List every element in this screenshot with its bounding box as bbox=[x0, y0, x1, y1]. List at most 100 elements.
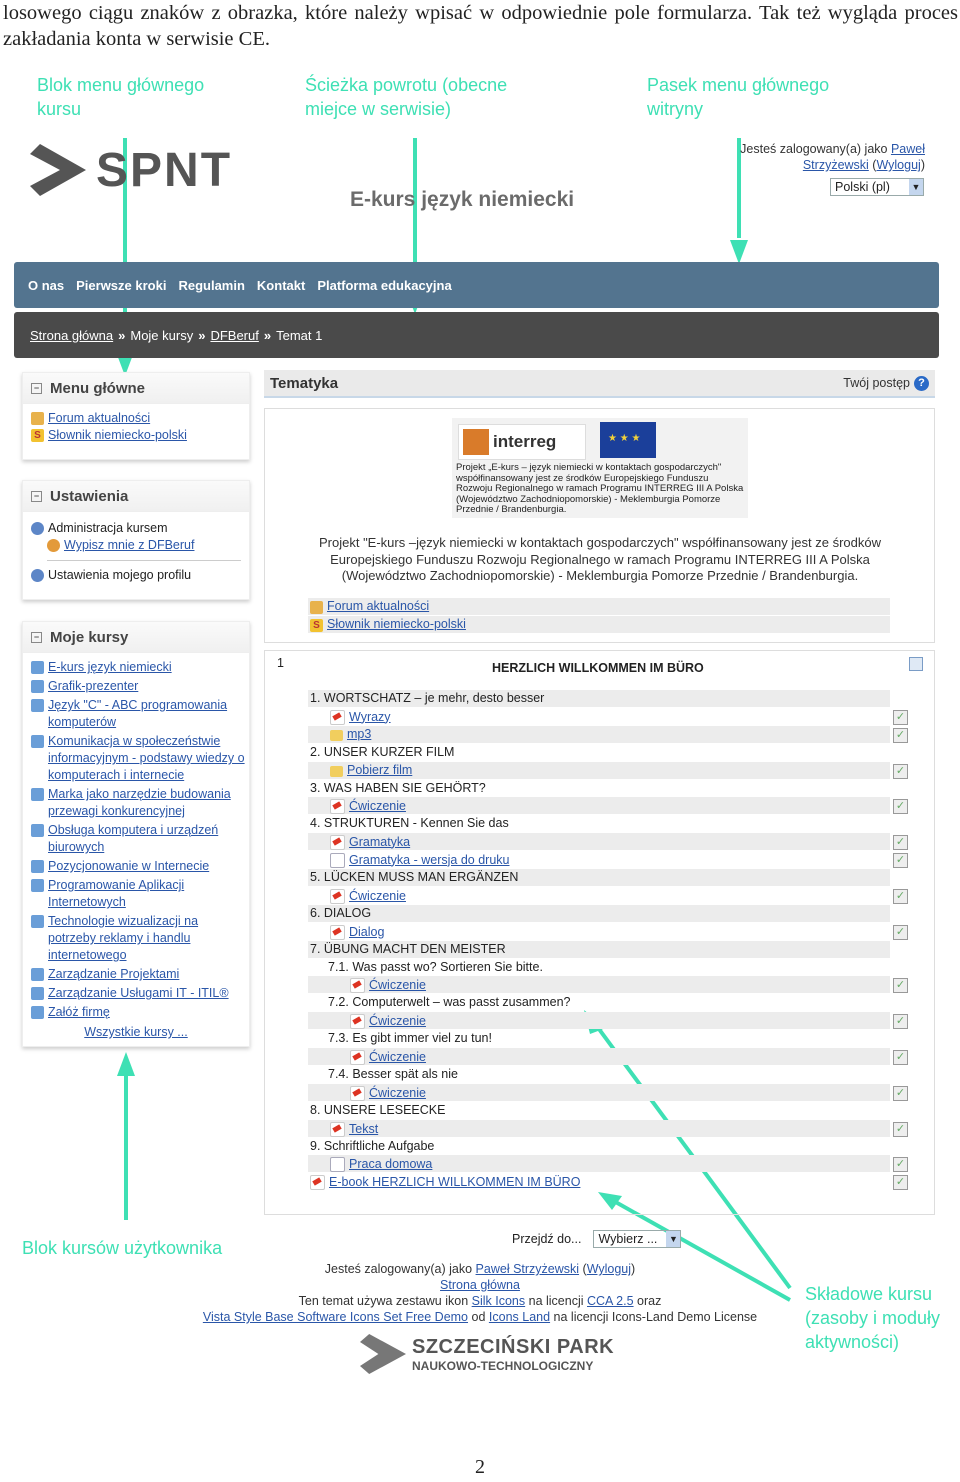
nav-item-rules[interactable]: Regulamin bbox=[178, 278, 244, 293]
footer-logout-link[interactable]: Wyloguj bbox=[587, 1262, 631, 1276]
footer-silk-link[interactable]: Silk Icons bbox=[472, 1294, 526, 1308]
course-item[interactable]: Technologie wizualizacji na potrzeby rek… bbox=[23, 913, 249, 964]
footer-home-link[interactable]: Strona główna bbox=[440, 1278, 520, 1292]
resource-item[interactable]: Wyrazy bbox=[330, 708, 391, 725]
resource-item[interactable]: Pobierz film bbox=[330, 762, 412, 778]
course-item[interactable]: Obsługa komputera i urządzeń biurowych bbox=[23, 822, 249, 856]
collapse-icon[interactable]: − bbox=[31, 382, 42, 394]
resource-item[interactable]: Ćwiczenie bbox=[350, 1048, 426, 1065]
resource-link[interactable]: Ćwiczenie bbox=[349, 888, 406, 904]
completion-checkbox[interactable]: ✓ bbox=[893, 1122, 908, 1137]
course-link[interactable]: Programowanie Aplikacji Internetowych bbox=[48, 877, 249, 911]
section0-forum[interactable]: Forum aktualności bbox=[310, 598, 429, 614]
menu-item-forum[interactable]: Forum aktualności bbox=[23, 410, 249, 427]
course-item[interactable]: Komunikacja w społeczeństwie informacyjn… bbox=[23, 733, 249, 784]
course-item[interactable]: Załóż firmę bbox=[23, 1004, 249, 1021]
section0-forum-link[interactable]: Forum aktualności bbox=[327, 598, 429, 614]
resource-item[interactable]: Tekst bbox=[330, 1120, 378, 1137]
resource-item[interactable]: Ćwiczenie bbox=[330, 797, 406, 814]
resource-link[interactable]: Ćwiczenie bbox=[369, 1085, 426, 1101]
resource-link[interactable]: E-book HERZLICH WILLKOMMEN IM BÜRO bbox=[329, 1174, 580, 1190]
resource-link[interactable]: mp3 bbox=[347, 726, 371, 742]
resource-link[interactable]: Gramatyka bbox=[349, 834, 410, 850]
settings-unenrol-label[interactable]: Wypisz mnie z DFBeruf bbox=[64, 537, 194, 554]
nav-item-first-steps[interactable]: Pierwsze kroki bbox=[76, 278, 166, 293]
all-courses[interactable]: Wszystkie kursy ... bbox=[23, 1025, 249, 1039]
footer-vista-link[interactable]: Vista Style Base Software Icons Set Free… bbox=[203, 1310, 468, 1324]
course-link[interactable]: Język "C" - ABC programowania komputerów bbox=[48, 697, 249, 731]
footer-cca-link[interactable]: CCA 2.5 bbox=[587, 1294, 634, 1308]
completion-checkbox[interactable]: ✓ bbox=[893, 925, 908, 940]
course-link[interactable]: Załóż firmę bbox=[48, 1004, 110, 1021]
course-item[interactable]: Pozycjonowanie w Internecie bbox=[23, 858, 249, 875]
resource-link[interactable]: Ćwiczenie bbox=[369, 977, 426, 993]
course-item[interactable]: Zarządzanie Usługami IT - ITIL® bbox=[23, 985, 249, 1002]
completion-checkbox[interactable]: ✓ bbox=[893, 710, 908, 725]
resource-link[interactable]: Pobierz film bbox=[347, 762, 412, 778]
all-courses-link[interactable]: Wszystkie kursy ... bbox=[84, 1025, 187, 1039]
resource-link[interactable]: Dialog bbox=[349, 924, 384, 940]
resource-link[interactable]: Tekst bbox=[349, 1121, 378, 1137]
course-item[interactable]: Zarządzanie Projektami bbox=[23, 966, 249, 983]
breadcrumb-course[interactable]: DFBeruf bbox=[210, 328, 258, 343]
nav-item-platform[interactable]: Platforma edukacyjna bbox=[317, 278, 451, 293]
completion-checkbox[interactable]: ✓ bbox=[893, 978, 908, 993]
resource-item[interactable]: Praca domowa bbox=[330, 1155, 432, 1172]
completion-checkbox[interactable]: ✓ bbox=[893, 1014, 908, 1029]
completion-checkbox[interactable]: ✓ bbox=[893, 728, 908, 743]
resource-link[interactable]: Ćwiczenie bbox=[369, 1013, 426, 1029]
completion-checkbox[interactable]: ✓ bbox=[893, 1157, 908, 1172]
nav-item-contact[interactable]: Kontakt bbox=[257, 278, 305, 293]
resource-link[interactable]: Ćwiczenie bbox=[369, 1049, 426, 1065]
resource-item[interactable]: Gramatyka bbox=[330, 833, 410, 850]
help-icon[interactable]: ? bbox=[914, 375, 929, 391]
section0-dictionary-link[interactable]: Słownik niemiecko-polski bbox=[327, 616, 466, 632]
resource-link[interactable]: Wyrazy bbox=[349, 709, 391, 725]
course-item[interactable]: Marka jako narzędzie budowania przewagi … bbox=[23, 786, 249, 820]
course-link[interactable]: Zarządzanie Usługami IT - ITIL® bbox=[48, 985, 229, 1002]
footer-user-link[interactable]: Paweł Strzyżewski bbox=[476, 1262, 580, 1276]
course-link[interactable]: Obsługa komputera i urządzeń biurowych bbox=[48, 822, 249, 856]
resource-link[interactable]: Ćwiczenie bbox=[349, 798, 406, 814]
resource-item[interactable]: E-book HERZLICH WILLKOMMEN IM BÜRO bbox=[310, 1173, 580, 1190]
footer-iconsland-link[interactable]: Icons Land bbox=[489, 1310, 550, 1324]
course-item[interactable]: Programowanie Aplikacji Internetowych bbox=[23, 877, 249, 911]
completion-checkbox[interactable]: ✓ bbox=[893, 1086, 908, 1101]
resource-item[interactable]: Ćwiczenie bbox=[330, 887, 406, 904]
completion-checkbox[interactable]: ✓ bbox=[893, 835, 908, 850]
course-link[interactable]: Komunikacja w społeczeństwie informacyjn… bbox=[48, 733, 249, 784]
collapse-icon[interactable]: − bbox=[31, 631, 42, 643]
menu-item-label[interactable]: Forum aktualności bbox=[48, 410, 150, 427]
course-item[interactable]: Grafik-prezenter bbox=[23, 678, 249, 695]
logout-link[interactable]: Wyloguj bbox=[876, 158, 920, 172]
collapse-icon[interactable]: − bbox=[31, 490, 42, 502]
resource-item[interactable]: Gramatyka - wersja do druku bbox=[330, 851, 509, 868]
resource-link[interactable]: Praca domowa bbox=[349, 1156, 432, 1172]
settings-profile[interactable]: Ustawienia mojego profilu bbox=[23, 567, 249, 584]
resource-link[interactable]: Gramatyka - wersja do druku bbox=[349, 852, 509, 868]
course-link[interactable]: Zarządzanie Projektami bbox=[48, 966, 179, 983]
resource-item[interactable]: Ćwiczenie bbox=[350, 976, 426, 993]
menu-item-label[interactable]: Słownik niemiecko-polski bbox=[48, 427, 187, 444]
breadcrumb-home[interactable]: Strona główna bbox=[30, 328, 113, 343]
resource-item[interactable]: Ćwiczenie bbox=[350, 1012, 426, 1029]
course-link[interactable]: Marka jako narzędzie budowania przewagi … bbox=[48, 786, 249, 820]
menu-item-dictionary[interactable]: S Słownik niemiecko-polski bbox=[23, 427, 249, 444]
course-item[interactable]: Język "C" - ABC programowania komputerów bbox=[23, 697, 249, 731]
resource-item[interactable]: mp3 bbox=[330, 726, 371, 742]
completion-checkbox[interactable]: ✓ bbox=[893, 764, 908, 779]
course-link[interactable]: E-kurs język niemiecki bbox=[48, 659, 172, 676]
course-link[interactable]: Grafik-prezenter bbox=[48, 678, 138, 695]
course-link[interactable]: Pozycjonowanie w Internecie bbox=[48, 858, 209, 875]
course-item[interactable]: E-kurs język niemiecki bbox=[23, 659, 249, 676]
settings-admin[interactable]: Administracja kursem bbox=[23, 520, 249, 537]
settings-unenrol[interactable]: Wypisz mnie z DFBeruf bbox=[23, 537, 249, 554]
copy-icon[interactable] bbox=[909, 657, 923, 671]
completion-checkbox[interactable]: ✓ bbox=[893, 853, 908, 868]
course-link[interactable]: Technologie wizualizacji na potrzeby rek… bbox=[48, 913, 249, 964]
completion-checkbox[interactable]: ✓ bbox=[893, 889, 908, 904]
completion-checkbox[interactable]: ✓ bbox=[893, 1050, 908, 1065]
resource-item[interactable]: Ćwiczenie bbox=[350, 1084, 426, 1101]
nav-item-about[interactable]: O nas bbox=[28, 278, 64, 293]
language-select[interactable]: Polski (pl) ▼ bbox=[830, 178, 924, 196]
